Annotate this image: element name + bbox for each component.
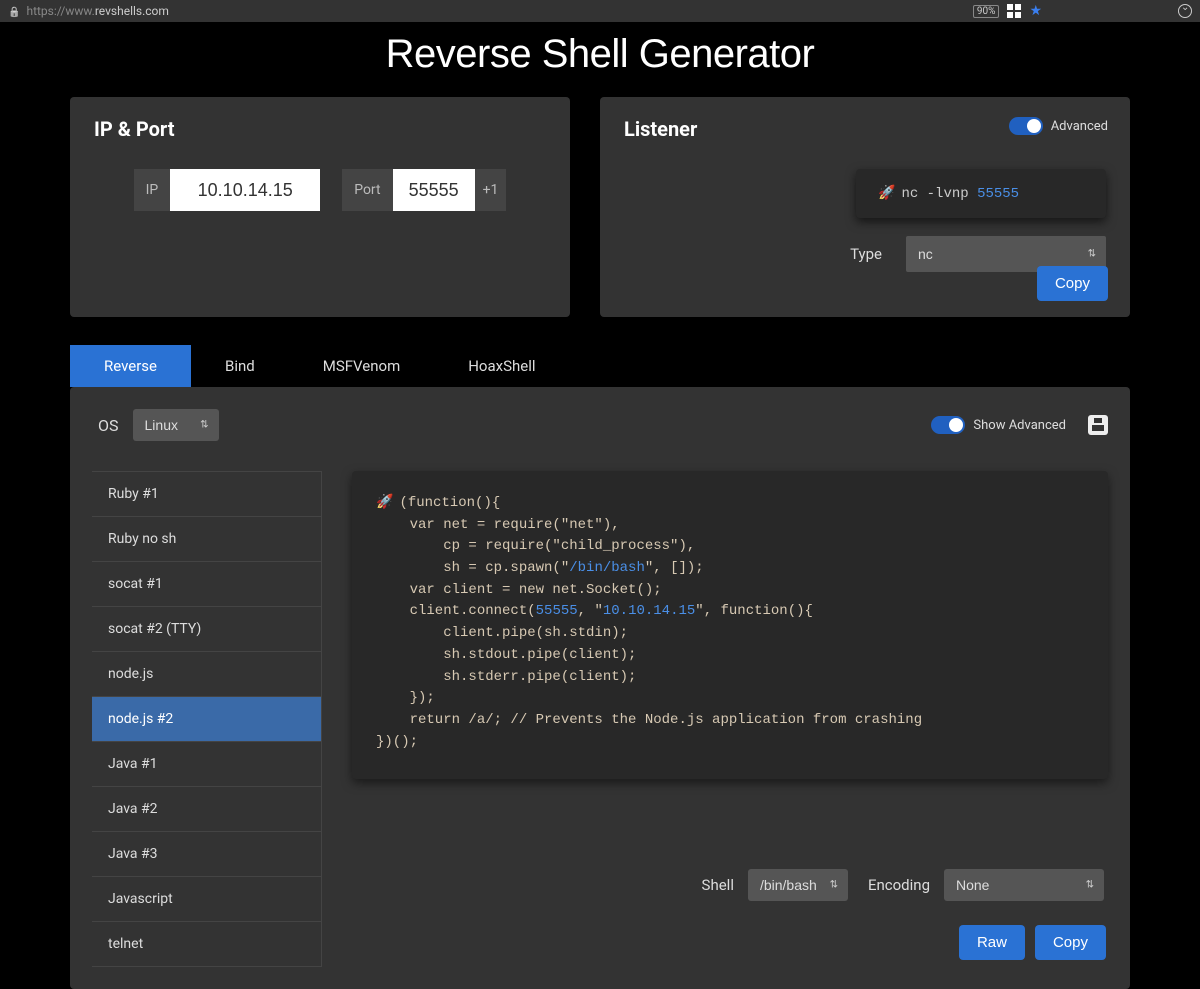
shell-item-nodejs-2[interactable]: node.js #2 xyxy=(92,697,321,742)
shell-item-socat-1[interactable]: socat #1 xyxy=(92,562,321,607)
toggle-switch-icon[interactable] xyxy=(1009,117,1043,135)
tab-reverse[interactable]: Reverse xyxy=(70,345,191,387)
raw-button[interactable]: Raw xyxy=(959,925,1025,960)
port-increment-button[interactable]: +1 xyxy=(475,169,507,211)
ip-input-group: IP xyxy=(134,169,321,211)
port-input-group: Port +1 xyxy=(342,169,506,211)
shell-item-nodejs[interactable]: node.js xyxy=(92,652,321,697)
toggle-switch-icon[interactable] xyxy=(931,416,965,434)
encoding-label: Encoding xyxy=(868,876,930,894)
port-input[interactable] xyxy=(393,169,475,211)
shell-item-socat-2-tty[interactable]: socat #2 (TTY) xyxy=(92,607,321,652)
tab-bind[interactable]: Bind xyxy=(191,345,289,387)
shell-interpreter-label: Shell xyxy=(702,876,734,894)
tab-hoaxshell[interactable]: HoaxShell xyxy=(434,345,569,387)
shell-item-java-1[interactable]: Java #1 xyxy=(92,742,321,787)
shell-type-list: Ruby #1 Ruby no sh socat #1 socat #2 (TT… xyxy=(92,471,322,967)
os-label: OS xyxy=(98,416,119,435)
shell-item-java-3[interactable]: Java #3 xyxy=(92,832,321,877)
rocket-icon: 🚀 xyxy=(878,186,895,202)
payload-tabs: Reverse Bind MSFVenom HoaxShell xyxy=(70,345,1130,387)
listener-copy-button[interactable]: Copy xyxy=(1037,266,1108,301)
port-label: Port xyxy=(342,169,392,211)
url-display[interactable]: https://www.revshells.com xyxy=(26,4,168,18)
shell-interpreter-select[interactable]: /bin/bash xyxy=(748,869,848,901)
apps-grid-icon[interactable] xyxy=(1007,4,1021,18)
listener-command: 🚀nc -lvnp 55555 xyxy=(856,169,1106,218)
shell-item-ruby-no-sh[interactable]: Ruby no sh xyxy=(92,517,321,562)
payload-copy-button[interactable]: Copy xyxy=(1035,925,1106,960)
tab-msfvenom[interactable]: MSFVenom xyxy=(289,345,434,387)
encoding-select[interactable]: None xyxy=(944,869,1104,901)
rocket-icon: 🚀 xyxy=(376,495,393,511)
ip-port-panel: IP & Port IP Port +1 xyxy=(70,97,570,317)
shell-item-telnet[interactable]: telnet xyxy=(92,922,321,967)
payload-code[interactable]: 🚀(function(){ var net = require("net"), … xyxy=(352,471,1108,779)
os-select[interactable]: Linux xyxy=(133,409,219,441)
ip-label: IP xyxy=(134,169,171,211)
zoom-badge[interactable]: 90% xyxy=(973,5,1000,18)
listener-panel: Listener Advanced 🚀nc -lvnp 55555 Type n… xyxy=(600,97,1130,317)
ip-port-heading: IP & Port xyxy=(94,117,546,141)
browser-address-bar: https://www.revshells.com 90% ★ xyxy=(0,0,1200,22)
browser-menu-icon[interactable] xyxy=(1178,4,1192,18)
shell-item-ruby-1[interactable]: Ruby #1 xyxy=(92,471,321,517)
listener-advanced-toggle[interactable]: Advanced xyxy=(1009,117,1108,135)
ip-input[interactable] xyxy=(170,169,320,211)
save-icon[interactable] xyxy=(1088,415,1108,435)
page-title: Reverse Shell Generator xyxy=(70,22,1130,97)
show-advanced-toggle[interactable]: Show Advanced xyxy=(931,416,1066,434)
lock-icon xyxy=(8,4,20,18)
shell-item-java-2[interactable]: Java #2 xyxy=(92,787,321,832)
generator-panel: OS Linux Show Advanced Ruby #1 Ruby no s… xyxy=(70,387,1130,989)
bookmark-star-icon[interactable]: ★ xyxy=(1029,3,1042,19)
listener-type-label: Type xyxy=(850,245,882,263)
shell-item-javascript[interactable]: Javascript xyxy=(92,877,321,922)
